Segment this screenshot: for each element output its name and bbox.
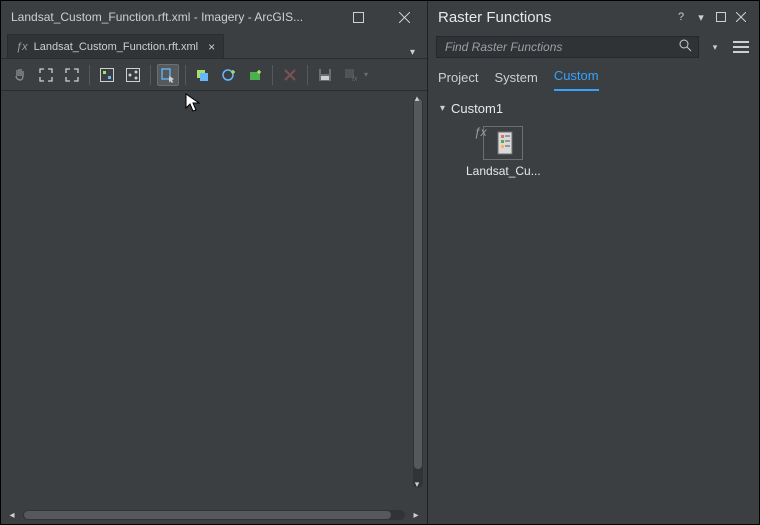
- canvas-area: ▴ ▾: [1, 91, 427, 508]
- save-as-dropdown[interactable]: ▾: [364, 70, 368, 79]
- horizontal-scrollbar[interactable]: [23, 510, 405, 520]
- document-tab-label: Landsat_Custom_Function.rft.xml: [34, 41, 198, 53]
- raster-functions-panel: Raster Functions ? ▾ ▾ Project System Cu…: [427, 1, 759, 524]
- tab-project[interactable]: Project: [438, 70, 478, 91]
- search-icon[interactable]: [679, 39, 692, 55]
- tab-system[interactable]: System: [494, 70, 537, 91]
- search-field[interactable]: [436, 36, 699, 58]
- auto-layout-button[interactable]: [96, 64, 118, 86]
- editor-toolbar: fx ▾: [1, 59, 427, 91]
- add-variable-button[interactable]: [244, 64, 266, 86]
- window-title: Landsat_Custom_Function.rft.xml - Imager…: [11, 10, 303, 24]
- window-titlebar: Landsat_Custom_Function.rft.xml - Imager…: [1, 1, 427, 33]
- panel-menu-button[interactable]: [731, 41, 751, 53]
- document-tab-dropdown[interactable]: ▾: [410, 47, 415, 58]
- search-options-dropdown[interactable]: ▾: [707, 36, 723, 58]
- tree-node-label: Custom1: [451, 101, 503, 116]
- fit-extent-out-button[interactable]: [61, 64, 83, 86]
- fx-icon: ƒx: [16, 41, 28, 53]
- save-button[interactable]: [314, 64, 336, 86]
- svg-text:fx: fx: [352, 76, 358, 83]
- add-function-button[interactable]: [192, 64, 214, 86]
- fx-icon: ƒx: [474, 125, 487, 139]
- window-close-button[interactable]: [381, 1, 427, 33]
- panel-dropdown-button[interactable]: ▾: [691, 7, 711, 27]
- function-tree: ▾ Custom1 ƒx: [428, 91, 759, 188]
- tab-custom[interactable]: Custom: [554, 68, 599, 91]
- editor-pane: Landsat_Custom_Function.rft.xml - Imager…: [1, 1, 427, 524]
- document-tab-bar: ƒx Landsat_Custom_Function.rft.xml × ▾: [1, 33, 427, 59]
- category-tabs: Project System Custom: [428, 61, 759, 91]
- document-tab-close-button[interactable]: ×: [204, 40, 215, 54]
- panel-title: Raster Functions: [438, 9, 551, 26]
- document-tab[interactable]: ƒx Landsat_Custom_Function.rft.xml ×: [7, 34, 224, 58]
- canvas-scroll-down[interactable]: ▾: [411, 479, 423, 490]
- canvas-scroll-up[interactable]: ▴: [411, 93, 423, 104]
- pan-tool-button[interactable]: [9, 64, 31, 86]
- window-maximize-button[interactable]: [335, 1, 381, 33]
- function-canvas[interactable]: [5, 91, 401, 508]
- function-thumbnail: ƒx: [483, 126, 523, 160]
- delete-button[interactable]: [279, 64, 301, 86]
- layout-tree-button[interactable]: [122, 64, 144, 86]
- search-input[interactable]: [443, 39, 679, 55]
- add-raster-button[interactable]: [218, 64, 240, 86]
- canvas-scroll-right[interactable]: ▸: [409, 510, 423, 521]
- panel-restore-button[interactable]: [711, 7, 731, 27]
- vertical-scrollbar[interactable]: [413, 97, 423, 488]
- select-tool-button[interactable]: [157, 64, 179, 86]
- canvas-scroll-left[interactable]: ◂: [5, 510, 19, 521]
- save-as-button[interactable]: fx: [340, 64, 362, 86]
- panel-help-button[interactable]: ?: [671, 7, 691, 27]
- function-item[interactable]: ƒx Landsat_Cu...: [466, 126, 540, 178]
- function-item-label: Landsat_Cu...: [466, 164, 540, 178]
- panel-close-button[interactable]: [731, 7, 751, 27]
- chevron-down-icon: ▾: [440, 103, 445, 114]
- tree-node-custom1[interactable]: ▾ Custom1: [440, 101, 747, 116]
- fit-extent-in-button[interactable]: [35, 64, 57, 86]
